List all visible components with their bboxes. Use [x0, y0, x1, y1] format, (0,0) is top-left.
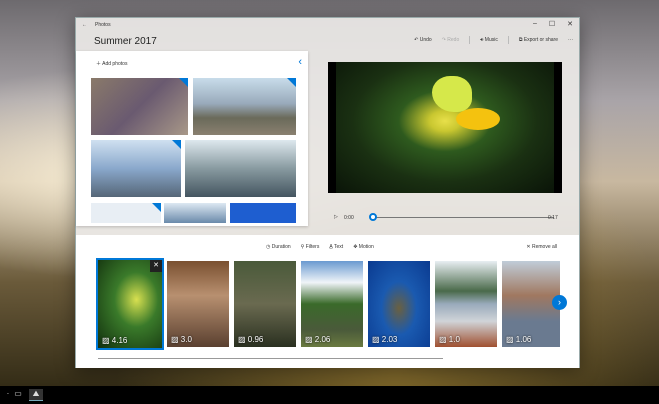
horizontal-scrollbar[interactable]: [98, 358, 443, 359]
duration-value: 3.0: [180, 335, 192, 344]
motion-icon: ✥: [353, 244, 358, 250]
remove-all-button[interactable]: ✕ Remove all: [526, 244, 557, 250]
more-button[interactable]: ···: [568, 37, 573, 43]
library-photo[interactable]: [193, 78, 296, 135]
remove-card-icon[interactable]: ✕: [150, 260, 162, 272]
storyboard-toolbar: ◷ Duration ⚲ Filters A̲ Text ✥ Motion: [266, 244, 374, 250]
divider: [507, 36, 509, 44]
text-button[interactable]: A̲ Text: [329, 244, 343, 250]
card-duration: ▨ 4.16: [102, 336, 128, 345]
motion-label: Motion: [358, 244, 374, 250]
playback-controls: ▷ 0:00 0:17: [334, 213, 564, 223]
add-photos-label: Add photos: [102, 61, 128, 67]
project-title: Summer 2017: [94, 36, 157, 47]
duration-value: 2.06: [314, 335, 331, 344]
video-preview[interactable]: [328, 62, 562, 193]
photos-window: ← Photos – ☐ ✕ Summer 2017 ↶ Undo ↷ Redo…: [75, 17, 580, 368]
redo-icon: ↷: [441, 37, 446, 43]
taskbar: · ▭ ⛰: [0, 386, 659, 404]
filter-icon: ⚲: [300, 244, 305, 250]
storyboard-card[interactable]: ▨ 2.06: [301, 261, 363, 347]
divider: [469, 36, 471, 44]
clock-icon: ◷: [266, 244, 271, 250]
filters-button[interactable]: ⚲ Filters: [301, 244, 320, 250]
storyboard-card[interactable]: ▨ 1.0: [435, 261, 497, 347]
duration-value: 0.96: [247, 335, 264, 344]
duration-value: 2.03: [381, 335, 398, 344]
flower-image: [456, 108, 500, 130]
card-duration: ▨ 3.0: [171, 335, 192, 344]
undo-button[interactable]: ↶ Undo: [414, 37, 432, 43]
current-time: 0:00: [344, 215, 354, 221]
total-time: 0:17: [548, 215, 558, 221]
library-photo[interactable]: [230, 203, 296, 223]
undo-label: Undo: [419, 37, 432, 43]
storyboard-panel: ◷ Duration ⚲ Filters A̲ Text ✥ Motion ✕ …: [76, 235, 579, 368]
card-duration: ▨ 2.06: [305, 335, 331, 344]
seek-bar[interactable]: [374, 217, 554, 218]
add-photos-button[interactable]: ＋ Add photos: [96, 60, 127, 67]
duration-button[interactable]: ◷ Duration: [266, 244, 291, 250]
card-duration: ▨ 1.0: [439, 335, 460, 344]
storyboard-card[interactable]: ✕ ▨ 4.16: [96, 258, 164, 350]
duration-label: Duration: [271, 244, 291, 250]
export-label: Export or share: [523, 37, 558, 43]
chevron-right-icon: ›: [558, 297, 561, 307]
redo-label: Redo: [447, 37, 460, 43]
text-icon: A̲: [329, 244, 333, 250]
storyboard-card[interactable]: ▨ 3.0: [167, 261, 229, 347]
plus-icon: ＋: [96, 61, 102, 67]
storyboard-strip: ✕ ▨ 4.16 ▨ 3.0 ▨ 0.96 ▨ 2.06 ▨ 2.03 ▨ 1.0…: [96, 258, 560, 350]
collapse-panel-button[interactable]: ‹: [298, 56, 302, 68]
remove-all-label: Remove all: [531, 244, 557, 250]
export-icon: ⧉: [518, 37, 523, 43]
close-button[interactable]: ✕: [567, 20, 573, 28]
library-photo[interactable]: [164, 203, 226, 223]
title-bar: ← Photos: [76, 18, 579, 32]
library-photo[interactable]: [91, 78, 188, 135]
scroll-right-button[interactable]: ›: [552, 295, 567, 310]
back-icon[interactable]: ←: [82, 22, 87, 28]
motion-button[interactable]: ✥ Motion: [353, 244, 374, 250]
library-photo[interactable]: [91, 140, 181, 197]
music-button[interactable]: 🔊︎ Music: [480, 37, 498, 43]
butterfly-image: [432, 76, 472, 112]
card-duration: ▨ 2.03: [372, 335, 398, 344]
storyboard-card[interactable]: ▨ 0.96: [234, 261, 296, 347]
undo-icon: ↶: [414, 37, 419, 43]
speaker-icon: 🔊︎: [480, 37, 484, 43]
command-bar: ↶ Undo ↷ Redo 🔊︎ Music ⧉ Export or share…: [414, 36, 573, 44]
duration-value: 4.16: [111, 336, 128, 345]
duration-value: 1.06: [515, 335, 532, 344]
task-view-icon[interactable]: ▭: [12, 389, 24, 401]
storyboard-card[interactable]: ▨ 2.03: [368, 261, 430, 347]
library-panel: ＋ Add photos ‹: [76, 51, 308, 226]
maximize-button[interactable]: ☐: [549, 20, 555, 28]
library-photo[interactable]: [185, 140, 296, 197]
app-name: Photos: [95, 22, 111, 28]
card-duration: ▨ 0.96: [238, 335, 264, 344]
text-label: Text: [334, 244, 344, 250]
library-photo[interactable]: [91, 203, 161, 223]
seek-handle[interactable]: [369, 213, 377, 221]
music-label: Music: [484, 37, 498, 43]
photos-app-icon[interactable]: ⛰: [29, 389, 43, 401]
filters-label: Filters: [305, 244, 320, 250]
minimize-button[interactable]: –: [533, 20, 537, 28]
export-button[interactable]: ⧉ Export or share: [519, 37, 558, 43]
redo-button[interactable]: ↷ Redo: [442, 37, 460, 43]
play-icon[interactable]: ▷: [334, 214, 338, 220]
close-icon: ✕: [526, 244, 531, 250]
card-duration: ▨ 1.06: [506, 335, 532, 344]
duration-value: 1.0: [448, 335, 460, 344]
